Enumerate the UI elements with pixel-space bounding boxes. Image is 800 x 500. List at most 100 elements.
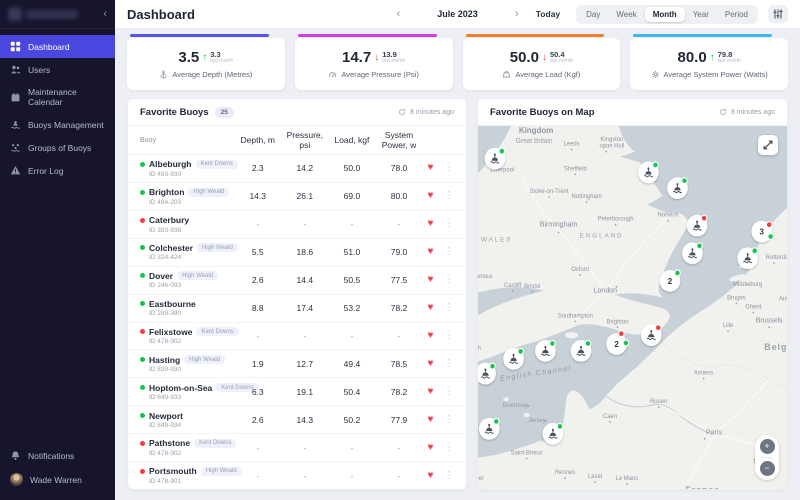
- table-row[interactable]: DoverHigh WealdID 246-0932.614.450.577.5…: [128, 267, 466, 295]
- favorite-heart-button[interactable]: ♥: [423, 471, 439, 481]
- stat-delta: 3.3: [210, 51, 233, 59]
- table-row[interactable]: CaterburyID 393-938----♥⋮: [128, 211, 466, 239]
- row-menu-button[interactable]: ⋮: [438, 247, 454, 257]
- favorite-heart-button[interactable]: ♥: [423, 387, 439, 397]
- map[interactable]: KingdomGreat BritainLeedsKingstonupon Hu…: [478, 126, 787, 489]
- updated-text: 8 minutes ago: [410, 109, 454, 116]
- favorite-heart-button[interactable]: ♥: [423, 443, 439, 453]
- sidebar: ‹ DashboardUsersMaintenance Calendar Buoy…: [0, 0, 115, 500]
- sidebar-item-label: Buoys Management: [28, 120, 104, 130]
- favorite-heart-button[interactable]: ♥: [423, 359, 439, 369]
- refresh-icon: [398, 108, 406, 116]
- favorite-heart-button[interactable]: ♥: [423, 247, 439, 257]
- today-button[interactable]: Today: [530, 8, 566, 20]
- favorite-heart-button[interactable]: ♥: [423, 415, 439, 425]
- next-month-button[interactable]: ›: [511, 9, 523, 20]
- row-menu-button[interactable]: ⋮: [438, 471, 454, 481]
- favorite-heart-button[interactable]: ♥: [423, 275, 439, 285]
- buoy-name: Albeburgh: [149, 159, 192, 169]
- buoy-marker[interactable]: [485, 148, 506, 170]
- map-expand-button[interactable]: [758, 135, 778, 155]
- buoy-marker[interactable]: [543, 423, 564, 445]
- prev-month-button[interactable]: ‹: [393, 9, 405, 20]
- row-menu-button[interactable]: ⋮: [438, 163, 454, 173]
- grid-icon: [10, 41, 21, 52]
- buoy-marker[interactable]: [737, 247, 758, 269]
- status-dot-offline: [140, 218, 145, 223]
- cluster-marker[interactable]: 3: [751, 221, 773, 243]
- sidebar-item-users[interactable]: Users: [0, 58, 115, 81]
- table-row[interactable]: PortsmouthHigh WealdID 478-901----♥⋮: [128, 462, 466, 489]
- buoy-name: Pathstone: [149, 438, 190, 448]
- map-label: Paris: [706, 428, 722, 437]
- city-dot: [548, 196, 550, 198]
- sidebar-item-dashboard[interactable]: Dashboard: [0, 35, 115, 58]
- favorite-heart-button[interactable]: ♥: [423, 219, 439, 229]
- buoy-marker[interactable]: [479, 418, 500, 440]
- table-header: BuoyDepth, mPressure, psiLoad, kgfSystem…: [128, 126, 466, 155]
- range-option-period[interactable]: Period: [717, 7, 756, 22]
- sidebar-item-error-log[interactable]: Error Log: [0, 159, 115, 182]
- stat-delta: 13.9: [382, 51, 405, 59]
- zoom-out-button[interactable]: −: [760, 461, 775, 476]
- favorite-heart-button[interactable]: ♥: [423, 191, 439, 201]
- range-option-month[interactable]: Month: [645, 7, 685, 22]
- city-dot: [571, 149, 573, 151]
- sidebar-item-notifications[interactable]: Notifications: [0, 444, 115, 467]
- row-menu-button[interactable]: ⋮: [438, 443, 454, 453]
- favorite-heart-button[interactable]: ♥: [423, 303, 439, 313]
- city-dot: [526, 458, 528, 460]
- range-option-day[interactable]: Day: [578, 7, 608, 22]
- sidebar-item-label: Error Log: [28, 166, 63, 176]
- table-row[interactable]: AlbeburghKent DownsID 493-9302.314.250.0…: [128, 155, 466, 183]
- buoy-marker[interactable]: [535, 340, 556, 362]
- buoy-marker[interactable]: [682, 242, 703, 264]
- buoy-name: Hoptom-on-Sea: [149, 383, 212, 393]
- table-row[interactable]: Hoptom-on-SeaKent DownsID 849-9336.319.1…: [128, 378, 466, 406]
- buoy-marker[interactable]: [667, 177, 688, 199]
- sidebar-item-maintenance-calendar[interactable]: Maintenance Calendar: [0, 81, 115, 113]
- buoy-marker[interactable]: [638, 162, 659, 184]
- map-label: Leeds: [564, 142, 580, 148]
- favorite-heart-button[interactable]: ♥: [423, 331, 439, 341]
- row-menu-button[interactable]: ⋮: [438, 415, 454, 425]
- row-menu-button[interactable]: ⋮: [438, 303, 454, 313]
- row-menu-button[interactable]: ⋮: [438, 387, 454, 397]
- buoy-name: Hasting: [149, 355, 180, 365]
- filter-button[interactable]: [768, 5, 788, 23]
- pressure-value: -: [281, 331, 328, 341]
- table-row[interactable]: PathstoneKent DownsID 478-902----♥⋮: [128, 434, 466, 462]
- power-value: -: [375, 443, 422, 453]
- table-row[interactable]: EastbourneID 289-3908.817.453.278.2♥⋮: [128, 295, 466, 323]
- stat-delta-caption: last month: [210, 59, 233, 64]
- table-row[interactable]: NewportID 849-9342.614.350.277.9♥⋮: [128, 406, 466, 434]
- buoy-marker[interactable]: [503, 348, 524, 370]
- logo-text: [26, 10, 78, 19]
- buoy-marker[interactable]: [687, 215, 708, 237]
- row-menu-button[interactable]: ⋮: [438, 275, 454, 285]
- buoy-marker[interactable]: [641, 324, 662, 346]
- map-label: Cardiff: [504, 283, 522, 289]
- row-menu-button[interactable]: ⋮: [438, 331, 454, 341]
- row-menu-button[interactable]: ⋮: [438, 219, 454, 229]
- row-menu-button[interactable]: ⋮: [438, 191, 454, 201]
- range-option-year[interactable]: Year: [685, 7, 717, 22]
- row-menu-button[interactable]: ⋮: [438, 359, 454, 369]
- map-label: Brussels: [756, 315, 783, 324]
- buoy-id: ID 493-930: [140, 171, 234, 178]
- sidebar-item-buoys-management[interactable]: Buoys Management: [0, 113, 115, 136]
- region-tag: High Weald: [197, 243, 238, 252]
- table-row[interactable]: BrightonHigh WealdID 494-20314.326.169.0…: [128, 183, 466, 211]
- zoom-in-button[interactable]: +: [760, 439, 775, 454]
- sidebar-item-groups-of-buoys[interactable]: Groups of Buoys: [0, 136, 115, 159]
- range-option-week[interactable]: Week: [608, 7, 644, 22]
- sidebar-collapse-button[interactable]: ‹: [103, 9, 107, 20]
- buoy-marker[interactable]: [571, 340, 592, 362]
- cluster-marker[interactable]: 2: [660, 270, 681, 292]
- sidebar-user-profile[interactable]: Wade Warren: [0, 467, 115, 492]
- table-row[interactable]: ColchesterHigh WealdID 324-4245.518.651.…: [128, 239, 466, 267]
- table-row[interactable]: HastingHigh WealdID 839-9301.912.749.478…: [128, 350, 466, 378]
- favorite-heart-button[interactable]: ♥: [423, 163, 439, 173]
- map-panel-header: Favorite Buoys on Map 8 minutes ago: [478, 99, 787, 126]
- table-row[interactable]: FelixstoweKent DownsID 478-902----♥⋮: [128, 323, 466, 351]
